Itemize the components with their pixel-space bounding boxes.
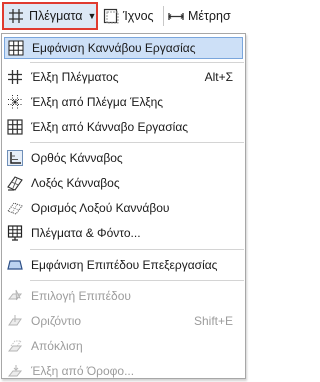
menu-item-label: Έλξη από Πλέγμα Έλξης	[31, 95, 164, 109]
horizontal-plane-icon	[8, 315, 22, 326]
menu-item-label: Έλξη από Κάνναβο Εργασίας	[31, 120, 189, 134]
echo-icon	[103, 8, 119, 24]
menu-item-label: Οριζόντιο	[31, 314, 82, 328]
snap-dot-grid-icon	[8, 95, 22, 109]
work-grid-icon	[8, 40, 24, 56]
menu-item-shortcut: Shift+E	[193, 314, 233, 328]
menu-item-orthogonal-grid[interactable]: Ορθός Κάνναβος	[4, 147, 243, 169]
menu-item-label: Έλξη από Όροφο...	[31, 364, 135, 378]
menu-item-horizontal[interactable]: Οριζόντιο Shift+E	[4, 310, 243, 332]
menu-item-snap-grid[interactable]: Έλξη Πλέγματος Alt+Σ	[4, 66, 243, 88]
menu-item-show-work-grid[interactable]: Εμφάνιση Καννάβου Εργασίας	[4, 37, 243, 59]
offset-plane-icon	[7, 340, 23, 352]
menu-item-label: Απόκλιση	[31, 339, 83, 353]
menu-item-snap-from-snap-grid[interactable]: Έλξη από Πλέγμα Έλξης	[4, 91, 243, 113]
skewed-grid-icon	[7, 176, 23, 191]
menu-separator	[30, 280, 244, 281]
chevron-down-icon: ▼	[87, 11, 97, 21]
menu-item-label: Ορισμός Λοξού Καννάβου	[31, 201, 170, 215]
menu-item-grids-and-background[interactable]: Πλέγματα & Φόντο...	[4, 222, 243, 244]
measure-icon	[168, 13, 184, 20]
snap-from-story-icon	[7, 365, 23, 377]
menu-item-snap-from-story[interactable]: Έλξη από Όροφο...	[4, 360, 243, 382]
measure-label: Μέτρησ	[188, 9, 231, 23]
menu-item-snap-from-work-grid[interactable]: Έλξη από Κάνναβο Εργασίας	[4, 116, 243, 138]
menu-item-shortcut: Alt+Σ	[204, 70, 233, 84]
select-plane-icon	[7, 289, 23, 301]
menu-item-skewed-grid[interactable]: Λοξός Κάνναβος	[4, 172, 243, 194]
menu-item-label: Λοξός Κάνναβος	[31, 176, 120, 190]
menu-item-label: Επιλογή Επιπέδου	[31, 289, 131, 303]
snap-work-grid-icon	[7, 119, 23, 135]
echo-label: Ίχνος	[123, 9, 154, 23]
menu-item-offset[interactable]: Απόκλιση	[4, 335, 243, 357]
menu-separator	[30, 142, 244, 143]
menu-separator	[30, 62, 244, 63]
grids-menu-label: Πλέγματα	[29, 9, 83, 23]
menu-item-label: Έλξη Πλέγματος	[31, 70, 119, 84]
menu-item-define-skewed-grid[interactable]: Ορισμός Λοξού Καννάβου	[4, 197, 243, 219]
menu-separator	[30, 249, 244, 250]
menu-item-select-plane[interactable]: Επιλογή Επιπέδου	[4, 285, 243, 307]
grid-icon	[9, 9, 23, 23]
editing-plane-icon	[7, 260, 23, 270]
menu-item-label: Εμφάνιση Επιπέδου Επεξεργασίας	[31, 258, 218, 272]
grids-menu-button[interactable]: Πλέγματα ▼	[2, 2, 98, 30]
echo-button[interactable]: Ίχνος	[101, 2, 161, 30]
snap-grid-icon	[8, 70, 22, 84]
toolbar: Πλέγματα ▼ Ίχνος Μέτρησ	[0, 0, 248, 33]
menu-item-label: Εμφάνιση Καννάβου Εργασίας	[32, 41, 196, 55]
orthogonal-grid-icon	[7, 150, 23, 166]
grids-background-icon	[7, 225, 23, 241]
toolbar-divider	[163, 6, 164, 26]
measure-button[interactable]: Μέτρησ	[166, 2, 248, 30]
define-skewed-grid-icon	[7, 202, 23, 215]
menu-item-label: Πλέγματα & Φόντο...	[31, 226, 141, 240]
menu-item-label: Ορθός Κάνναβος	[31, 151, 123, 165]
grids-dropdown-menu: Εμφάνιση Καννάβου Εργασίας Έλξη Πλέγματο…	[1, 33, 246, 379]
menu-item-show-editing-plane[interactable]: Εμφάνιση Επιπέδου Επεξεργασίας	[4, 254, 243, 276]
